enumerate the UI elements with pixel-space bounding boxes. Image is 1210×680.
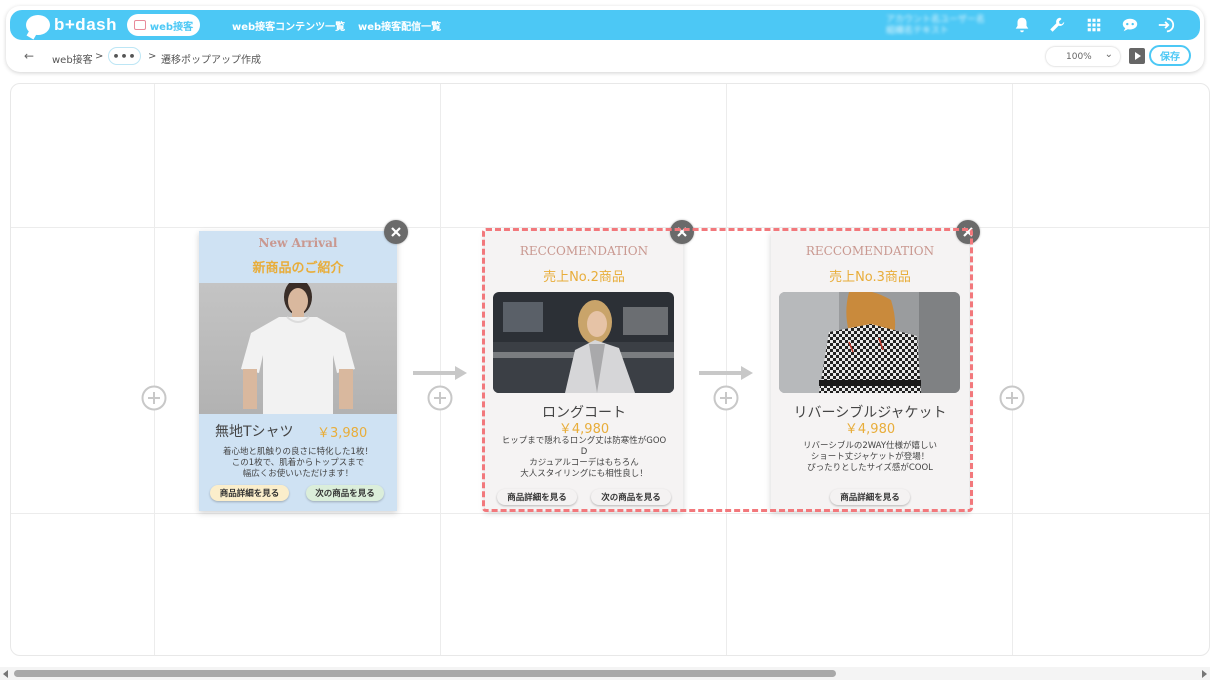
top-frame: b+dash web接客 web接客コンテンツ一覧 web接客配信一覧 アカウン… — [6, 6, 1204, 72]
user-info[interactable]: アカウント名ユーザー名 組織名テキスト — [886, 15, 996, 37]
navbar: b+dash web接客 web接客コンテンツ一覧 web接客配信一覧 アカウン… — [10, 10, 1200, 40]
logo[interactable]: b+dash — [26, 14, 117, 36]
flow-arrow-icon — [413, 366, 467, 380]
close-icon[interactable] — [670, 220, 694, 244]
scroll-right-icon[interactable] — [1202, 670, 1207, 678]
grid-icon[interactable] — [1084, 15, 1104, 35]
popup-eyebrow: RECCOMENDATION — [805, 244, 935, 258]
sub-toolbar: ← web接客 > ••• > 遷移ポップアップ作成 100% ⌄ 保存 — [6, 44, 1204, 70]
logo-bubble-icon — [26, 15, 50, 35]
add-step-plus-icon[interactable] — [999, 385, 1025, 411]
scroll-left-icon[interactable] — [3, 670, 8, 678]
preview-play-button[interactable] — [1129, 48, 1145, 64]
horizontal-scrollbar[interactable] — [0, 667, 1210, 680]
wrench-icon[interactable] — [1047, 15, 1067, 35]
logout-icon[interactable] — [1156, 15, 1176, 35]
product-detail-button[interactable]: 商品詳細を見る — [210, 485, 289, 501]
scrollbar-thumb[interactable] — [14, 670, 836, 677]
popup-title: 売上No.3商品 — [829, 270, 911, 285]
user-name: アカウント名ユーザー名 — [886, 15, 985, 25]
popup-card[interactable]: RECCOMENDATION 売上No.3商品 リバーシブルジャケット ￥4,9… — [771, 231, 969, 511]
breadcrumb-current: 遷移ポップアップ作成 — [161, 55, 261, 66]
add-step-plus-icon[interactable] — [427, 385, 453, 411]
nav-tab-web-service[interactable]: web接客 — [127, 14, 200, 36]
product-description: ヒップまで隠れるロング丈は防寒性がGOO D カジュアルコーデはもちろん 大人スタイリ… — [501, 436, 667, 479]
product-price: ￥4,980 — [558, 422, 610, 437]
product-price: ￥3,980 — [317, 426, 368, 441]
breadcrumb-separator: > — [148, 51, 157, 62]
flow-arrow-icon — [699, 366, 753, 380]
grid-line — [154, 84, 155, 655]
product-image — [199, 283, 397, 414]
product-name: 無地Tシャツ — [215, 424, 294, 440]
editor-canvas[interactable]: New Arrival 新商品のご紹介 無地Tシャツ ￥3,980 着心地と肌触… — [10, 83, 1210, 656]
zoom-value: 100% — [1066, 51, 1092, 62]
popup-card[interactable]: RECCOMENDATION 売上No.2商品 ロングコート ￥4,980 ヒッ… — [485, 231, 683, 511]
chevron-down-icon: ⌄ — [1104, 49, 1113, 60]
popup-card[interactable]: New Arrival 新商品のご紹介 無地Tシャツ ￥3,980 着心地と肌触… — [199, 231, 397, 511]
chat-bot-icon[interactable] — [1120, 15, 1140, 35]
product-price: ￥4,980 — [844, 422, 896, 437]
breadcrumb-root[interactable]: web接客 — [52, 51, 93, 66]
product-description: 着心地と肌触りの良さに特化した1枚！ この1枚で、肌着からトップスまで 幅広くお使い… — [223, 447, 373, 479]
save-button[interactable]: 保存 — [1149, 45, 1191, 66]
popup-title: 新商品のご紹介 — [252, 261, 344, 276]
nav-link-delivery[interactable]: web接客配信一覧 — [358, 18, 441, 33]
breadcrumb-separator: > — [95, 51, 104, 62]
monitor-icon — [133, 20, 146, 30]
add-step-plus-icon[interactable] — [141, 385, 167, 411]
grid-line — [1012, 84, 1013, 655]
close-icon[interactable] — [384, 220, 408, 244]
nav-link-contents[interactable]: web接客コンテンツ一覧 — [232, 18, 345, 33]
popup-eyebrow: RECCOMENDATION — [519, 244, 649, 258]
logo-text: b+dash — [54, 15, 117, 34]
add-step-plus-icon[interactable] — [713, 385, 739, 411]
product-image — [779, 292, 960, 393]
user-org: 組織名テキスト — [886, 26, 949, 36]
nav-tab-label: web接客 — [149, 21, 194, 33]
popup-eyebrow: New Arrival — [258, 236, 338, 250]
back-arrow-icon[interactable]: ← — [24, 49, 34, 63]
popup-title: 売上No.2商品 — [543, 270, 625, 285]
product-description: リバーシブルの2WAY仕様が嬉しい ショート丈ジャケットが登場！ ぴったりとしたサイ… — [802, 441, 938, 473]
product-detail-button[interactable]: 商品詳細を見る — [830, 489, 910, 505]
close-icon[interactable] — [956, 220, 980, 244]
grid-line — [11, 513, 1209, 514]
grid-line — [11, 227, 1209, 228]
product-image — [493, 292, 674, 393]
product-detail-button[interactable]: 商品詳細を見る — [497, 489, 577, 505]
next-product-button[interactable]: 次の商品を見る — [591, 489, 671, 505]
bell-icon[interactable] — [1012, 15, 1032, 35]
next-product-button[interactable]: 次の商品を見る — [306, 485, 384, 501]
zoom-select[interactable]: 100% ⌄ — [1046, 47, 1120, 66]
breadcrumb-ellipsis[interactable]: ••• — [108, 47, 141, 65]
